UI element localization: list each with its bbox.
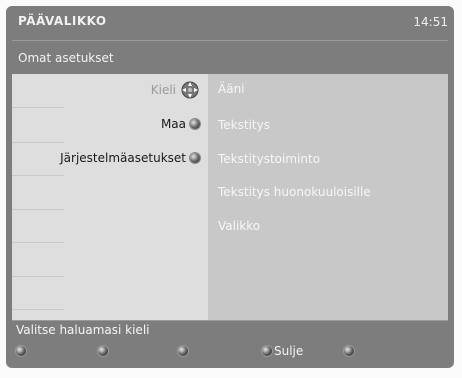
- divider: [12, 276, 64, 277]
- settings-category-panel: [12, 74, 208, 320]
- round-button-icon[interactable]: [98, 346, 108, 356]
- clock-time: 14:51: [413, 15, 448, 29]
- footer-separator: [12, 320, 448, 321]
- divider: [12, 309, 64, 310]
- divider: [12, 209, 64, 210]
- round-button-icon[interactable]: [178, 346, 188, 356]
- menu-item-jarjestelmaasetukset[interactable]: Järjestelmäasetukset: [30, 151, 200, 165]
- header-separator: [12, 40, 448, 41]
- option-tekstitys-huonokuuloisille[interactable]: Tekstitys huonokuuloisille: [218, 185, 371, 199]
- round-button-icon[interactable]: [16, 346, 26, 356]
- status-hint: Valitse haluamasi kieli: [16, 323, 150, 337]
- option-aani[interactable]: Ääni: [218, 82, 245, 96]
- round-button-icon: [190, 153, 200, 163]
- divider: [12, 175, 64, 176]
- divider: [12, 142, 64, 143]
- menu-item-maa[interactable]: Maa: [100, 117, 200, 131]
- close-button-label[interactable]: Sulje: [274, 344, 303, 358]
- round-button-icon[interactable]: [262, 346, 272, 356]
- option-valikko[interactable]: Valikko: [218, 219, 260, 233]
- round-button-icon[interactable]: [344, 346, 354, 356]
- option-tekstitystoiminto[interactable]: Tekstitystoiminto: [218, 152, 320, 166]
- round-button-icon: [190, 119, 200, 129]
- divider: [12, 107, 64, 108]
- menu-item-label: Järjestelmäasetukset: [60, 151, 186, 165]
- menu-item-label: Kieli: [150, 83, 176, 97]
- menu-item-kieli[interactable]: Kieli: [100, 80, 200, 100]
- option-tekstitys[interactable]: Tekstitys: [218, 118, 270, 132]
- menu-item-label: Maa: [160, 117, 186, 131]
- screen-frame: PÄÄVALIKKO 14:51 Omat asetukset Kieli Ma…: [0, 0, 462, 378]
- divider: [12, 242, 64, 243]
- dpad-icon: [180, 80, 200, 100]
- submenu-title: Omat asetukset: [18, 51, 114, 65]
- menu-title: PÄÄVALIKKO: [18, 14, 107, 28]
